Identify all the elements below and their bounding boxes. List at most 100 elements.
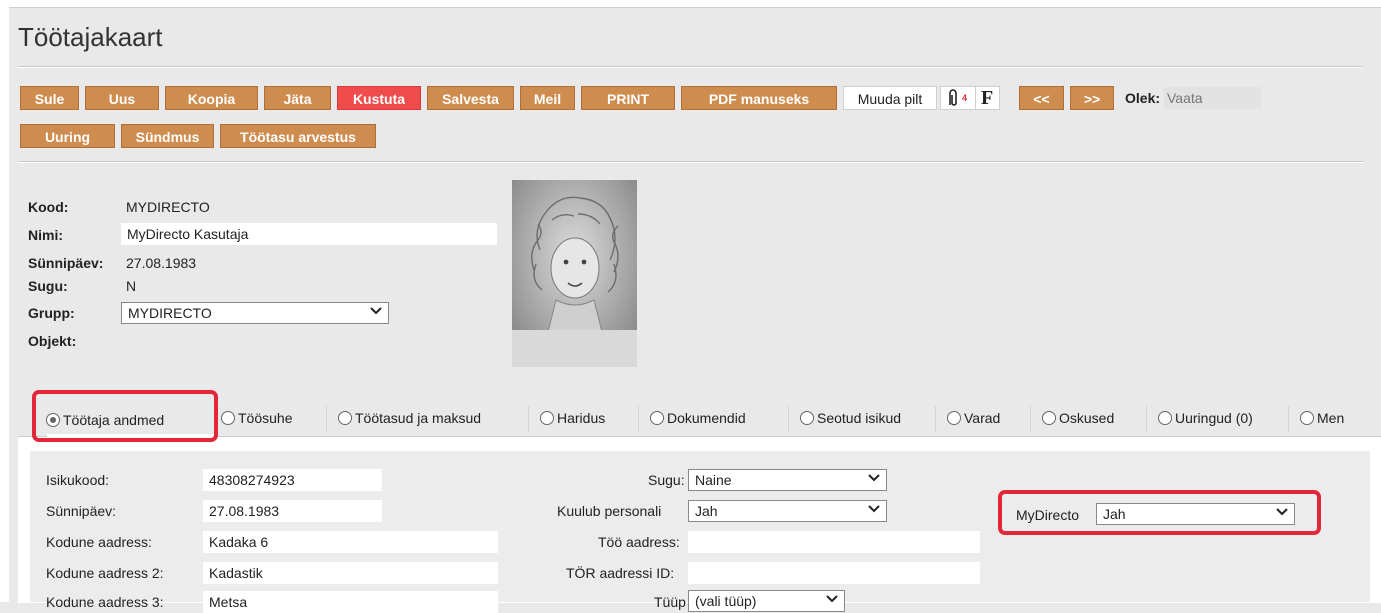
home-address-3-field[interactable]: Metsa: [203, 591, 498, 613]
tab-label: Varad: [964, 410, 1001, 426]
radio-icon: [947, 411, 961, 426]
birthday-label: Sünnipäev:: [46, 503, 117, 519]
radio-icon: [1158, 411, 1172, 426]
title-divider: [18, 66, 1363, 68]
mail-button[interactable]: Meil: [520, 86, 575, 110]
object-label: Objekt:: [28, 333, 77, 349]
toolbar-divider: [18, 161, 1363, 163]
group-label: Grupp:: [28, 305, 75, 321]
birthday-label: Sünnipäev:: [28, 255, 104, 271]
mydirecto-highlight-annotation: [998, 490, 1321, 535]
copy-button[interactable]: Koopia: [165, 86, 258, 110]
delete-button[interactable]: Kustuta: [337, 86, 421, 110]
cancel-button[interactable]: Jäta: [264, 86, 331, 110]
name-field[interactable]: MyDirecto Kasutaja: [121, 223, 497, 245]
work-address-field[interactable]: [688, 531, 980, 553]
radio-icon: [1300, 411, 1314, 426]
radio-icon: [338, 411, 352, 426]
tab-highlight-annotation: [32, 390, 218, 442]
group-select-value: MYDIRECTO: [128, 305, 212, 321]
attachment-count: 4: [962, 93, 968, 103]
gender-select[interactable]: Naine: [688, 469, 887, 491]
tab-related-persons[interactable]: Seotud isikud: [800, 400, 901, 436]
birthday-field[interactable]: 27.08.1983: [203, 500, 382, 522]
change-picture-button[interactable]: Muuda pilt: [843, 86, 937, 110]
home-address-2-field[interactable]: Kadastik: [203, 562, 498, 584]
tab-label: Haridus: [557, 410, 606, 426]
tab-separator: [935, 406, 936, 432]
tab-documents[interactable]: Dokumendid: [650, 400, 746, 436]
work-address-label: Töö aadress:: [598, 534, 680, 550]
radio-icon: [650, 411, 664, 426]
print-button[interactable]: PRINT: [581, 86, 675, 110]
tab-label: Töötasud ja maksud: [355, 410, 482, 426]
status-value: Vaata: [1164, 87, 1261, 109]
staff-member-label: Kuulub personali: [557, 503, 662, 519]
birthday-value: 27.08.1983: [126, 255, 197, 271]
tab-bar: Töötaja andmed Töösuhe Töötasud ja maksu…: [28, 400, 1381, 436]
event-button[interactable]: Sündmus: [121, 124, 214, 148]
tab-separator: [326, 406, 327, 432]
gender-value: N: [126, 278, 137, 294]
gender-select-value: Naine: [695, 472, 732, 488]
group-select[interactable]: MYDIRECTO: [121, 302, 389, 324]
close-button[interactable]: Sule: [20, 86, 79, 110]
type-select-value: (vali tüüp): [695, 593, 757, 609]
save-button[interactable]: Salvesta: [427, 86, 514, 110]
tor-address-id-field[interactable]: [688, 562, 980, 584]
radio-icon: [800, 411, 814, 426]
window-top-edge: [0, 0, 1381, 8]
status-label: Olek:: [1125, 90, 1161, 106]
tab-assets[interactable]: Varad: [947, 400, 1000, 436]
f-icon: F: [981, 87, 994, 109]
type-select[interactable]: (vali tüüp): [688, 590, 845, 612]
paperclip-icon: [949, 89, 957, 106]
home-address-2-label: Kodune aadress 2:: [46, 565, 164, 581]
staff-member-select-value: Jah: [695, 503, 718, 519]
chevron-down-icon: [370, 307, 382, 315]
chevron-down-icon: [868, 474, 880, 482]
tor-address-id-label: TÖR aadressi ID:: [566, 565, 675, 581]
tab-separator: [528, 406, 529, 432]
tab-skills[interactable]: Oskused: [1042, 400, 1114, 436]
tab-label: Seotud isikud: [817, 410, 902, 426]
home-address-field[interactable]: Kadaka 6: [203, 531, 498, 553]
home-address-label: Kodune aadress:: [46, 534, 152, 550]
tab-separator: [1030, 406, 1031, 432]
new-button[interactable]: Uus: [85, 86, 159, 110]
staff-member-select[interactable]: Jah: [688, 500, 887, 522]
salary-calc-button[interactable]: Töötasu arvestus: [220, 124, 376, 148]
tab-label: Oskused: [1059, 410, 1115, 426]
employee-photo: [512, 180, 637, 367]
tab-more[interactable]: Men: [1300, 400, 1344, 436]
tab-salaries-taxes[interactable]: Töötasud ja maksud: [338, 400, 481, 436]
code-label: Kood:: [28, 199, 69, 215]
radio-icon: [221, 411, 235, 426]
chevron-down-icon: [868, 505, 880, 513]
pdf-attach-button[interactable]: PDF manuseks: [681, 86, 837, 110]
next-record-button[interactable]: >>: [1070, 86, 1114, 110]
id-code-field[interactable]: 48308274923: [203, 469, 382, 491]
tab-separator: [638, 406, 639, 432]
tab-surveys[interactable]: Uuringud (0): [1158, 400, 1253, 436]
tab-label: Uuringud (0): [1175, 410, 1253, 426]
tab-label: Töösuhe: [238, 410, 293, 426]
tab-label: Dokumendid: [667, 410, 746, 426]
name-label: Nimi:: [28, 227, 63, 243]
f-button[interactable]: F: [976, 86, 1000, 110]
radio-icon: [540, 411, 554, 426]
home-address-3-label: Kodune aadress 3:: [46, 594, 164, 610]
tab-separator: [788, 406, 789, 432]
survey-button[interactable]: Uuring: [20, 124, 115, 148]
previous-record-button[interactable]: <<: [1019, 86, 1064, 110]
tab-label: Men: [1317, 410, 1345, 426]
tab-employment[interactable]: Töösuhe: [221, 400, 292, 436]
gender-label: Sugu:: [648, 472, 685, 488]
tab-education[interactable]: Haridus: [540, 400, 605, 436]
attachments-button[interactable]: 4: [940, 86, 976, 110]
tab-separator: [1288, 406, 1289, 432]
code-value: MYDIRECTO: [126, 199, 210, 215]
gender-label: Sugu:: [28, 278, 68, 294]
type-label: Tüüp: [654, 594, 686, 610]
window-left-edge: [0, 7, 9, 602]
